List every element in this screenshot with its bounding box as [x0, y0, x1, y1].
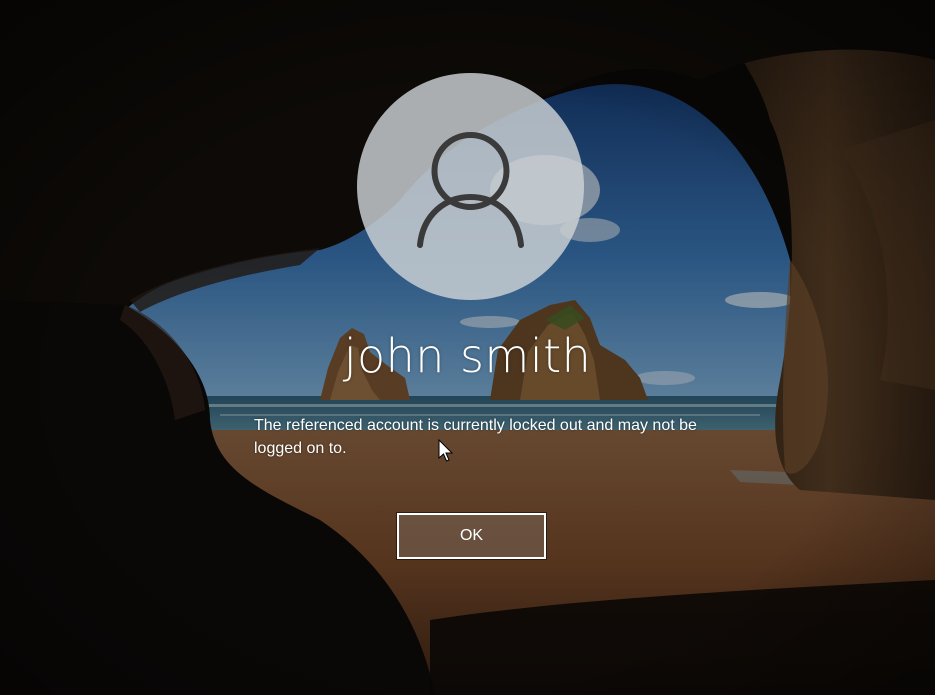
user-silhouette-icon: [417, 132, 524, 248]
mouse-pointer-icon: [438, 439, 454, 462]
error-message: The referenced account is currently lock…: [254, 417, 697, 457]
lock-screen: john smith The referenced account is cur…: [0, 0, 935, 695]
ok-button-label: OK: [459, 527, 484, 544]
user-avatar: [357, 73, 584, 300]
ok-button[interactable]: OK: [396, 512, 547, 560]
user-name: john smith: [343, 329, 592, 383]
